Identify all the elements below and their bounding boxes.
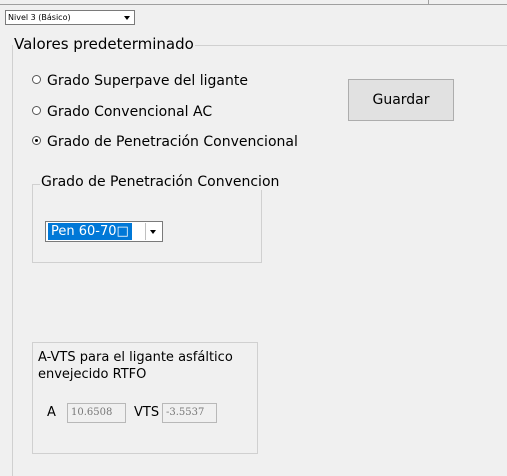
radio-button-selected-icon[interactable] bbox=[32, 136, 41, 145]
radio-label: Grado de Penetración Convencional bbox=[47, 134, 298, 150]
radio-button-icon[interactable] bbox=[32, 106, 41, 115]
vts-value-field: -3.5537 bbox=[162, 403, 217, 423]
penetration-group-title: Grado de Penetración Convencion bbox=[40, 174, 281, 190]
window-top-border bbox=[0, 0, 507, 5]
level-dropdown-value: Nivel 3 (Básico) bbox=[8, 13, 71, 22]
chevron-down-icon[interactable] bbox=[120, 11, 134, 24]
level-dropdown[interactable]: Nivel 3 (Básico) bbox=[5, 10, 135, 25]
defaults-group-title: Valores predeterminado bbox=[13, 35, 195, 53]
radio-superpave-grade[interactable]: Grado Superpave del ligante bbox=[32, 73, 248, 89]
radio-penetration-grade[interactable]: Grado de Penetración Convencional bbox=[32, 134, 298, 150]
a-value-field: 10.6508 bbox=[67, 403, 126, 423]
penetration-grade-value: Pen 60-70□ bbox=[48, 223, 132, 240]
vts-label: VTS bbox=[134, 405, 160, 420]
radio-conventional-ac-grade[interactable]: Grado Convencional AC bbox=[32, 104, 212, 120]
radio-label: Grado Convencional AC bbox=[47, 104, 213, 120]
save-button[interactable]: Guardar bbox=[348, 79, 454, 121]
radio-button-icon[interactable] bbox=[32, 75, 41, 84]
penetration-grade-dropdown[interactable]: Pen 60-70□ bbox=[45, 221, 163, 242]
a-label: A bbox=[47, 405, 56, 420]
radio-label: Grado Superpave del ligante bbox=[47, 73, 248, 89]
avts-group-title: A-VTS para el ligante asfáltico envejeci… bbox=[38, 350, 233, 382]
chevron-down-icon[interactable] bbox=[145, 223, 161, 240]
